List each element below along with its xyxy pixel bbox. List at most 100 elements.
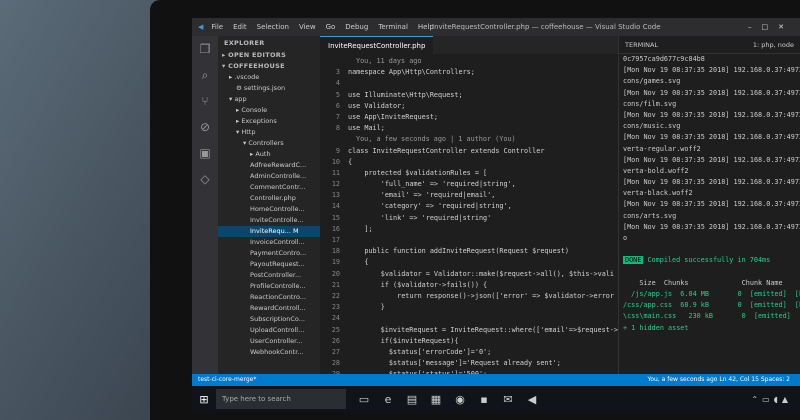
tree-item[interactable]: ▾ Controllers [218, 138, 320, 149]
line-text: use App\InviteRequest; [348, 112, 439, 121]
extensions-icon[interactable]: ▣ [192, 140, 218, 166]
source-control-icon[interactable]: ⑂ [192, 88, 218, 114]
tree-item[interactable]: CommentContr... [218, 182, 320, 193]
code-lens-text[interactable]: You, 11 days ago [320, 56, 421, 67]
terminal-shell-select[interactable]: 1: php, node [753, 41, 794, 49]
tree-item[interactable]: ▾ COFFEEHOUSE [218, 61, 320, 72]
terminal-line: cons/arts.svg [623, 211, 677, 220]
tree-item[interactable]: InvoiceControll... [218, 237, 320, 248]
code-line: 18 public function addInviteRequest(Requ… [320, 246, 618, 257]
line-number: 23 [331, 303, 340, 312]
tree-item[interactable]: WebhookContr... [218, 347, 320, 358]
taskbar-search-input[interactable]: Type here to search [216, 389, 346, 409]
tree-item[interactable]: Controller.php [218, 193, 320, 204]
chrome-icon[interactable]: ◉ [448, 393, 472, 406]
menu-item[interactable]: View [299, 23, 316, 31]
code-line: 15 'link' => 'required|string' [320, 213, 618, 224]
tree-item[interactable]: ▸ Console [218, 105, 320, 116]
tree-item[interactable]: PaymentContro... [218, 248, 320, 259]
tree-item[interactable]: InviteControlle... [218, 215, 320, 226]
code-line: 27 $status['errorCode']='0'; [320, 347, 618, 358]
line-number: 21 [331, 280, 340, 289]
terminal-tab[interactable]: TERMINAL [625, 41, 658, 49]
line-text: 'email' => 'required|email', [348, 191, 496, 200]
tree-item[interactable]: UploadControll... [218, 325, 320, 336]
editor-pane: InviteRequestController.php You, 11 days… [320, 36, 618, 412]
tree-item[interactable]: HomeControlle... [218, 204, 320, 215]
asset-row: \css\main.css 230 kB 0 [emitted] [623, 312, 791, 321]
line-number: 18 [331, 247, 340, 256]
line-number: 20 [331, 269, 340, 278]
line-text: 'link' => 'required|string' [348, 213, 492, 222]
editor-tabs: InviteRequestController.php [320, 36, 618, 54]
folder-icon[interactable]: ▤ [400, 393, 424, 406]
line-number: 15 [331, 213, 340, 222]
line-number: 7 [335, 112, 340, 121]
tree-item[interactable]: AdfreeRewardC... [218, 160, 320, 171]
tree-item[interactable]: PayoutRequest... [218, 259, 320, 270]
line-number: 22 [331, 291, 340, 300]
tree-item[interactable]: ▸ Auth [218, 149, 320, 160]
terminal-line: o [623, 234, 628, 242]
tree-item[interactable]: ReactionContro... [218, 292, 320, 303]
tab-invite-request-controller[interactable]: InviteRequestController.php [320, 36, 434, 54]
mail-icon[interactable]: ✉ [496, 393, 520, 406]
task-view-icon[interactable]: ▭ [352, 393, 376, 406]
code-line: 24 [320, 313, 618, 324]
line-text: if ($validator->fails()) { [348, 280, 488, 289]
tree-item[interactable]: ▸ .vscode [218, 72, 320, 83]
debug-icon[interactable]: ⊘ [192, 114, 218, 140]
tree-item[interactable]: ▸ OPEN EDITORS [218, 50, 320, 61]
line-text: { [348, 258, 369, 267]
code-line: 7 use App\InviteRequest; [320, 112, 618, 123]
terminal-panel[interactable]: TERMINAL 1: php, node 0c7957ca9d677c9c84… [618, 36, 800, 374]
tree-item[interactable]: RewardControll... [218, 303, 320, 314]
tree-item[interactable]: UserController... [218, 336, 320, 347]
tree-item[interactable]: AdminControlle... [218, 171, 320, 182]
status-bar: test-ci-core-merge* You, a few seconds a… [192, 374, 800, 386]
branch-indicator[interactable]: test-ci-core-merge* [198, 376, 256, 383]
tree-item[interactable]: SubscriptionCo... [218, 314, 320, 325]
line-number: 10 [331, 157, 340, 166]
tree-item[interactable]: PostController... [218, 270, 320, 281]
system-tray-icons[interactable]: ⌃▭◖▲ [751, 395, 792, 404]
terminal-line: verta-black.woff2 [623, 189, 693, 198]
windows-start-icon[interactable]: ⊞ [192, 393, 216, 406]
code-line: 10 { [320, 157, 618, 168]
remote-icon[interactable]: ◇ [192, 166, 218, 192]
code-lens: You, 11 days ago [320, 56, 618, 67]
search-icon[interactable]: ⌕ [192, 62, 218, 88]
line-text: 'full_name' => 'required|string', [348, 180, 516, 189]
menu-item[interactable]: Debug [345, 23, 368, 31]
menu-item[interactable]: Edit [233, 23, 247, 31]
code-lens-text[interactable]: You, a few seconds ago | 1 author (You) [320, 134, 516, 145]
terminal-app-icon[interactable]: ▪ [472, 393, 496, 406]
vscode-taskbar-icon[interactable]: ◀ [520, 393, 544, 406]
store-icon[interactable]: ▦ [424, 393, 448, 406]
line-number: 19 [331, 258, 340, 267]
tree-item-selected[interactable]: InviteRequ... M [218, 226, 320, 237]
line-text: } [348, 303, 385, 312]
menu-bar: File Edit Selection View Go Debug Terminal Help [211, 23, 443, 31]
tree-item[interactable]: ▾ app [218, 94, 320, 105]
edge-icon[interactable]: e [376, 393, 400, 406]
window-controls[interactable]: –□✕ [748, 23, 794, 31]
tree-item[interactable]: ▾ Http [218, 127, 320, 138]
code-lens: You, a few seconds ago | 1 author (You) [320, 134, 618, 145]
menu-item[interactable]: Selection [257, 23, 289, 31]
menu-item[interactable]: File [211, 23, 223, 31]
menu-item[interactable]: Go [326, 23, 336, 31]
terminal-line: [Mon Nov 19 08:37:35 2018] 192.168.0.37:… [623, 88, 800, 97]
tree-item[interactable]: ▸ Exceptions [218, 116, 320, 127]
terminal-line: cons/film.svg [623, 99, 677, 108]
tree-item[interactable]: ⚙ settings.json [218, 83, 320, 94]
code-area[interactable]: You, 11 days ago 3 namespace App\Http\Cont… [320, 54, 618, 412]
line-text: $validator = Validator::make($request->a… [348, 269, 614, 278]
line-number: 27 [331, 347, 340, 356]
code-line: 5 use Illuminate\Http\Request; [320, 90, 618, 101]
files-icon[interactable]: ❐ [192, 36, 218, 62]
menu-item[interactable]: Terminal [378, 23, 408, 31]
tree-item[interactable]: ProfileControlle... [218, 281, 320, 292]
vscode-logo-icon: ◀ [198, 23, 204, 31]
